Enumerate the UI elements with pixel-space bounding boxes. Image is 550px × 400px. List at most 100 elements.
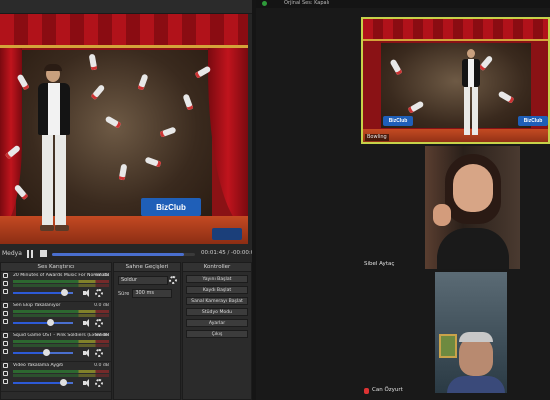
lock-icon[interactable]: [3, 379, 8, 384]
obs-window: BizClub Medya 00:01:45 / -00:00:02 Ses K…: [0, 0, 258, 400]
transition-duration-row: Süre 300 ms: [118, 289, 176, 298]
scene-transitions-dock: Sahne Geçişleri Soldur Süre 300 ms: [113, 262, 181, 400]
lock-icon[interactable]: [3, 289, 8, 294]
mic-muted-icon: [364, 388, 369, 394]
mixer-channel-label: Sen Ekip Yakalanıyor: [13, 303, 61, 308]
mixer-channel-db: 0.0 dB: [94, 303, 109, 308]
controls-title: Kontroller: [183, 263, 251, 272]
mixer-channel-name: Squid Game OST - Pink Soldiers (Extended…: [13, 333, 109, 339]
speaker-icon[interactable]: [83, 349, 91, 357]
desktop: BizClub Medya 00:01:45 / -00:00:02 Ses K…: [0, 0, 550, 400]
volume-row: [13, 379, 109, 388]
bizclub-logo: BizClub: [383, 116, 413, 126]
video-tile-bowling[interactable]: BizClub BizClub Bowling: [361, 17, 550, 144]
video-tile-can-ozyurt[interactable]: [435, 272, 507, 393]
bizclub-logo-text: BizClub: [523, 118, 543, 124]
volume-fill: [13, 322, 51, 324]
start-recording-button[interactable]: Kaydı Başlat: [186, 286, 248, 294]
lock-icon[interactable]: [3, 349, 8, 354]
transition-gear-icon[interactable]: [169, 276, 177, 284]
presenter-figure: [459, 49, 483, 139]
volume-slider-handle[interactable]: [60, 379, 68, 386]
media-label: Medya: [2, 250, 22, 257]
mixer-channel-name: 20 Minutes of Awards Music For Nominatio…: [13, 273, 109, 279]
seek-bar[interactable]: [52, 253, 195, 256]
level-meter: [13, 280, 109, 283]
level-meter: [13, 374, 109, 377]
lock-icon[interactable]: [3, 363, 8, 368]
original-sound-toggle[interactable]: Orjinal Ses: Kapalı: [284, 0, 329, 6]
participant-clothing: [437, 228, 509, 269]
mixer-channel: Squid Game OST - Pink Soldiers (Extended…: [1, 332, 111, 362]
level-meter: [13, 340, 109, 343]
gear-icon[interactable]: [95, 319, 103, 327]
mixer-channel: Sen Ekip Yakalanıyor 0.0 dB: [1, 302, 111, 332]
meeting-topbar: Orjinal Ses: Kapalı: [256, 0, 550, 8]
audio-mixer-list: 20 Minutes of Awards Music For Nominatio…: [1, 272, 111, 392]
media-time: 00:01:45 / -00:00:02: [201, 250, 258, 256]
controls-dock: Kontroller Yayını Başlat Kaydı Başlat Sa…: [182, 262, 252, 400]
level-meter: [13, 310, 109, 313]
mixer-channel-name: Sen Ekip Yakalanıyor 0.0 dB: [13, 303, 109, 309]
speaker-icon[interactable]: [83, 379, 91, 387]
gear-icon[interactable]: [95, 379, 103, 387]
obs-titlebar: [0, 0, 252, 14]
lock-icon[interactable]: [3, 319, 8, 324]
duration-input[interactable]: 300 ms: [132, 289, 173, 298]
exit-button[interactable]: Çıkış: [186, 330, 248, 338]
participant-name: Bowling: [365, 134, 389, 141]
meeting-window: Orjinal Ses: Kapalı BizClub BizClub Bowl…: [256, 0, 550, 400]
lock-icon[interactable]: [3, 333, 8, 338]
volume-fill: [13, 382, 64, 384]
volume-slider-handle[interactable]: [43, 349, 50, 356]
lock-icon[interactable]: [3, 341, 8, 346]
speaker-icon[interactable]: [83, 319, 91, 327]
level-meter: [13, 284, 109, 287]
participant-hair: [459, 332, 493, 342]
volume-slider[interactable]: [13, 322, 73, 324]
lock-icon[interactable]: [3, 273, 8, 278]
volume-row: [13, 289, 109, 298]
volume-fill: [13, 292, 64, 294]
curtain-right: [208, 48, 248, 228]
participant-hand: [433, 204, 451, 226]
participant-name: Can Özyurt: [372, 387, 403, 393]
lock-icon[interactable]: [3, 371, 8, 376]
transition-select[interactable]: Soldur: [118, 276, 168, 285]
settings-button[interactable]: Ayarlar: [186, 319, 248, 327]
duration-label: Süre: [118, 290, 130, 297]
volume-slider-handle[interactable]: [61, 289, 68, 296]
lock-icon[interactable]: [3, 311, 8, 316]
preview-canvas[interactable]: BizClub: [0, 14, 248, 244]
level-meter: [13, 370, 109, 373]
studio-mode-button[interactable]: Stüdyo Modu: [186, 308, 248, 316]
level-meter: [13, 344, 109, 347]
scene-transitions-title: Sahne Geçişleri: [114, 263, 180, 272]
bizclub-logo: BizClub: [518, 116, 548, 126]
mixer-channel-db: 0.0 dB: [94, 363, 109, 368]
mixer-channel-db: -inf dB: [94, 333, 109, 338]
volume-slider-handle[interactable]: [47, 319, 55, 326]
level-meter: [13, 314, 109, 317]
mixer-channel: 20 Minutes of Awards Music For Nominatio…: [1, 272, 111, 302]
speaker-icon[interactable]: [83, 289, 91, 297]
bizclub-logo: BizClub: [141, 198, 201, 216]
media-transport: Medya 00:01:45 / -00:00:02: [0, 248, 258, 260]
stop-icon[interactable]: [40, 250, 47, 257]
start-virtual-camera-button[interactable]: Sanal Kamerayı Başlat: [186, 297, 248, 305]
mixer-channel-db: -inf dB: [94, 273, 109, 278]
tile-floor: [363, 129, 548, 142]
gear-icon[interactable]: [95, 289, 103, 297]
audio-mixer-dock: Ses Karıştırıcı 20 Minutes of Awards Mus…: [0, 262, 112, 400]
lock-icon[interactable]: [3, 281, 8, 286]
gear-icon[interactable]: [95, 349, 103, 357]
mixer-channel-name: Video Yakalama Aygıtı 0.0 dB: [13, 363, 109, 369]
shield-icon: [262, 1, 267, 6]
volume-fill: [13, 352, 46, 354]
lock-icon[interactable]: [3, 303, 8, 308]
start-streaming-button[interactable]: Yayını Başlat: [186, 275, 248, 283]
participant-name: Sibel Aytaç: [364, 261, 395, 267]
video-tile-sibel-aytac[interactable]: [425, 146, 520, 269]
pause-icon[interactable]: [26, 250, 34, 258]
audio-mixer-title: Ses Karıştırıcı: [1, 263, 111, 272]
